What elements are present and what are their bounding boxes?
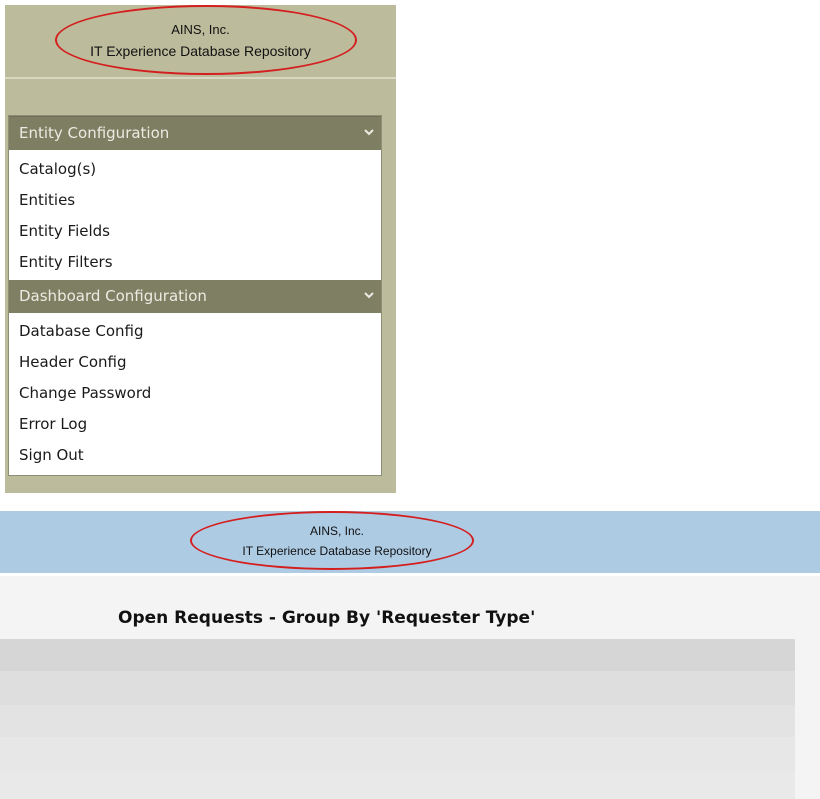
menu-item-header-config[interactable]: Header Config [19,353,127,371]
menu-item-entities[interactable]: Entities [19,191,75,209]
grid-row [0,705,795,737]
menu-item-entity-fields[interactable]: Entity Fields [19,222,110,240]
menu-item-database-config[interactable]: Database Config [19,322,143,340]
report-grid [0,639,795,799]
sidebar-panel: AINS, Inc. IT Experience Database Reposi… [5,5,396,493]
menu-item-entity-filters[interactable]: Entity Filters [19,253,113,271]
chevron-down-icon [364,292,374,299]
divider [5,77,396,79]
menu-item-change-password[interactable]: Change Password [19,384,151,402]
group-label: Dashboard Configuration [19,287,207,305]
group-dashboard-configuration[interactable]: Dashboard Configuration [9,280,381,313]
highlight-oval [55,5,357,75]
group-entity-configuration[interactable]: Entity Configuration [9,116,381,150]
chevron-down-icon [364,129,374,136]
menu-item-catalogs[interactable]: Catalog(s) [19,160,96,178]
grid-row [0,671,795,705]
menu-item-error-log[interactable]: Error Log [19,415,87,433]
highlight-oval [190,511,474,570]
group-label: Entity Configuration [19,124,170,142]
grid-row [0,737,795,771]
report-title: Open Requests - Group By 'Requester Type… [118,608,536,628]
menu-item-sign-out[interactable]: Sign Out [19,446,84,464]
navigation-menu: Entity Configuration Catalog(s) Entities… [8,115,382,476]
grid-row [0,771,795,799]
grid-header-row [0,639,795,671]
